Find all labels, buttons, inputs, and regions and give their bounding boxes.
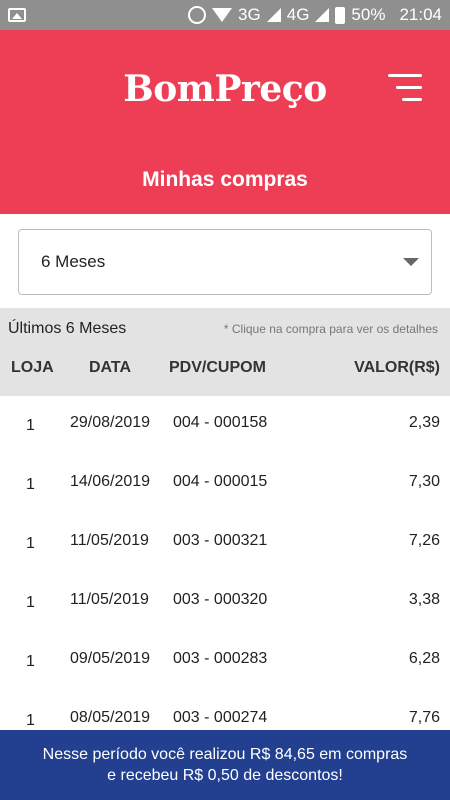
network-label-4g: 4G <box>286 5 310 24</box>
signal-icon <box>315 8 330 22</box>
bompreco-logo[interactable]: BomPreço <box>0 68 450 110</box>
row-valor: 3,38 <box>408 591 440 608</box>
summary-line-1: Nesse período você realizou R$ 84,65 em … <box>42 746 408 763</box>
purchase-row[interactable]: 1 14/06/2019 004 - 000015 7,30 <box>0 455 450 514</box>
row-valor: 7,76 <box>408 709 440 726</box>
row-cupom: 003 - 000321 <box>173 532 268 549</box>
purchases-list: 1 29/08/2019 004 - 000158 2,39 1 14/06/2… <box>0 396 450 730</box>
row-loja: 1 <box>26 535 35 552</box>
period-select[interactable]: 6 Meses <box>18 229 432 295</box>
battery-percent: 50% <box>351 5 386 24</box>
column-header-loja: LOJA <box>11 359 54 376</box>
network-label-3g: 3G <box>238 5 261 24</box>
image-icon <box>8 8 26 22</box>
signal-icon <box>266 8 281 22</box>
row-data: 11/05/2019 <box>70 591 149 608</box>
row-loja: 1 <box>26 594 35 611</box>
row-valor: 2,39 <box>408 414 440 431</box>
row-loja: 1 <box>26 653 35 670</box>
period-label: Últimos 6 Meses <box>8 320 127 337</box>
period-select-value: 6 Meses <box>41 252 106 271</box>
app-header: BomPreço Minhas compras <box>0 30 450 214</box>
purchases-table-header: Últimos 6 Meses * Clique na compra para … <box>0 308 450 396</box>
battery-icon <box>335 6 346 24</box>
purchase-summary-banner: Nesse período você realizou R$ 84,65 em … <box>0 730 450 800</box>
row-cupom: 003 - 000274 <box>173 709 268 726</box>
row-loja: 1 <box>26 476 35 493</box>
row-valor: 7,30 <box>408 473 440 490</box>
clock: 21:04 <box>399 5 442 24</box>
row-data: 14/06/2019 <box>70 473 151 490</box>
alarm-icon <box>188 6 207 24</box>
purchase-row[interactable]: 1 09/05/2019 003 - 000283 6,28 <box>0 632 450 691</box>
row-loja: 1 <box>26 417 35 434</box>
row-data: 08/05/2019 <box>70 709 151 726</box>
row-cupom: 004 - 000015 <box>173 473 268 490</box>
row-cupom: 003 - 000320 <box>173 591 268 608</box>
row-data: 29/08/2019 <box>70 414 151 431</box>
row-data: 11/05/2019 <box>70 532 149 549</box>
row-valor: 7,26 <box>408 532 440 549</box>
purchase-row[interactable]: 1 08/05/2019 003 - 000274 7,76 <box>0 691 450 730</box>
page-title: Minhas compras <box>142 168 308 191</box>
row-valor: 6,28 <box>408 650 440 667</box>
row-data: 09/05/2019 <box>70 650 151 667</box>
hamburger-menu-icon[interactable] <box>388 74 422 102</box>
row-cupom: 004 - 000158 <box>173 414 268 431</box>
purchase-row[interactable]: 1 11/05/2019 003 - 000320 3,38 <box>0 573 450 632</box>
column-header-cupom: PDV/CUPOM <box>169 359 266 376</box>
column-header-valor: VALOR(R$) <box>354 359 440 376</box>
row-cupom: 003 - 000283 <box>173 650 268 667</box>
summary-line-2: e recebeu R$ 0,50 de descontos! <box>107 767 343 784</box>
purchase-row[interactable]: 1 11/05/2019 003 - 000321 7,26 <box>0 514 450 573</box>
column-header-data: DATA <box>89 359 132 376</box>
status-bar: 3G 4G 50% 21:04 <box>0 0 450 30</box>
chevron-down-icon <box>403 258 419 266</box>
purchase-row[interactable]: 1 29/08/2019 004 - 000158 2,39 <box>0 396 450 455</box>
details-hint: * Clique na compra para ver os detalhes <box>223 322 438 336</box>
wifi-icon <box>212 8 233 22</box>
row-loja: 1 <box>26 712 35 729</box>
